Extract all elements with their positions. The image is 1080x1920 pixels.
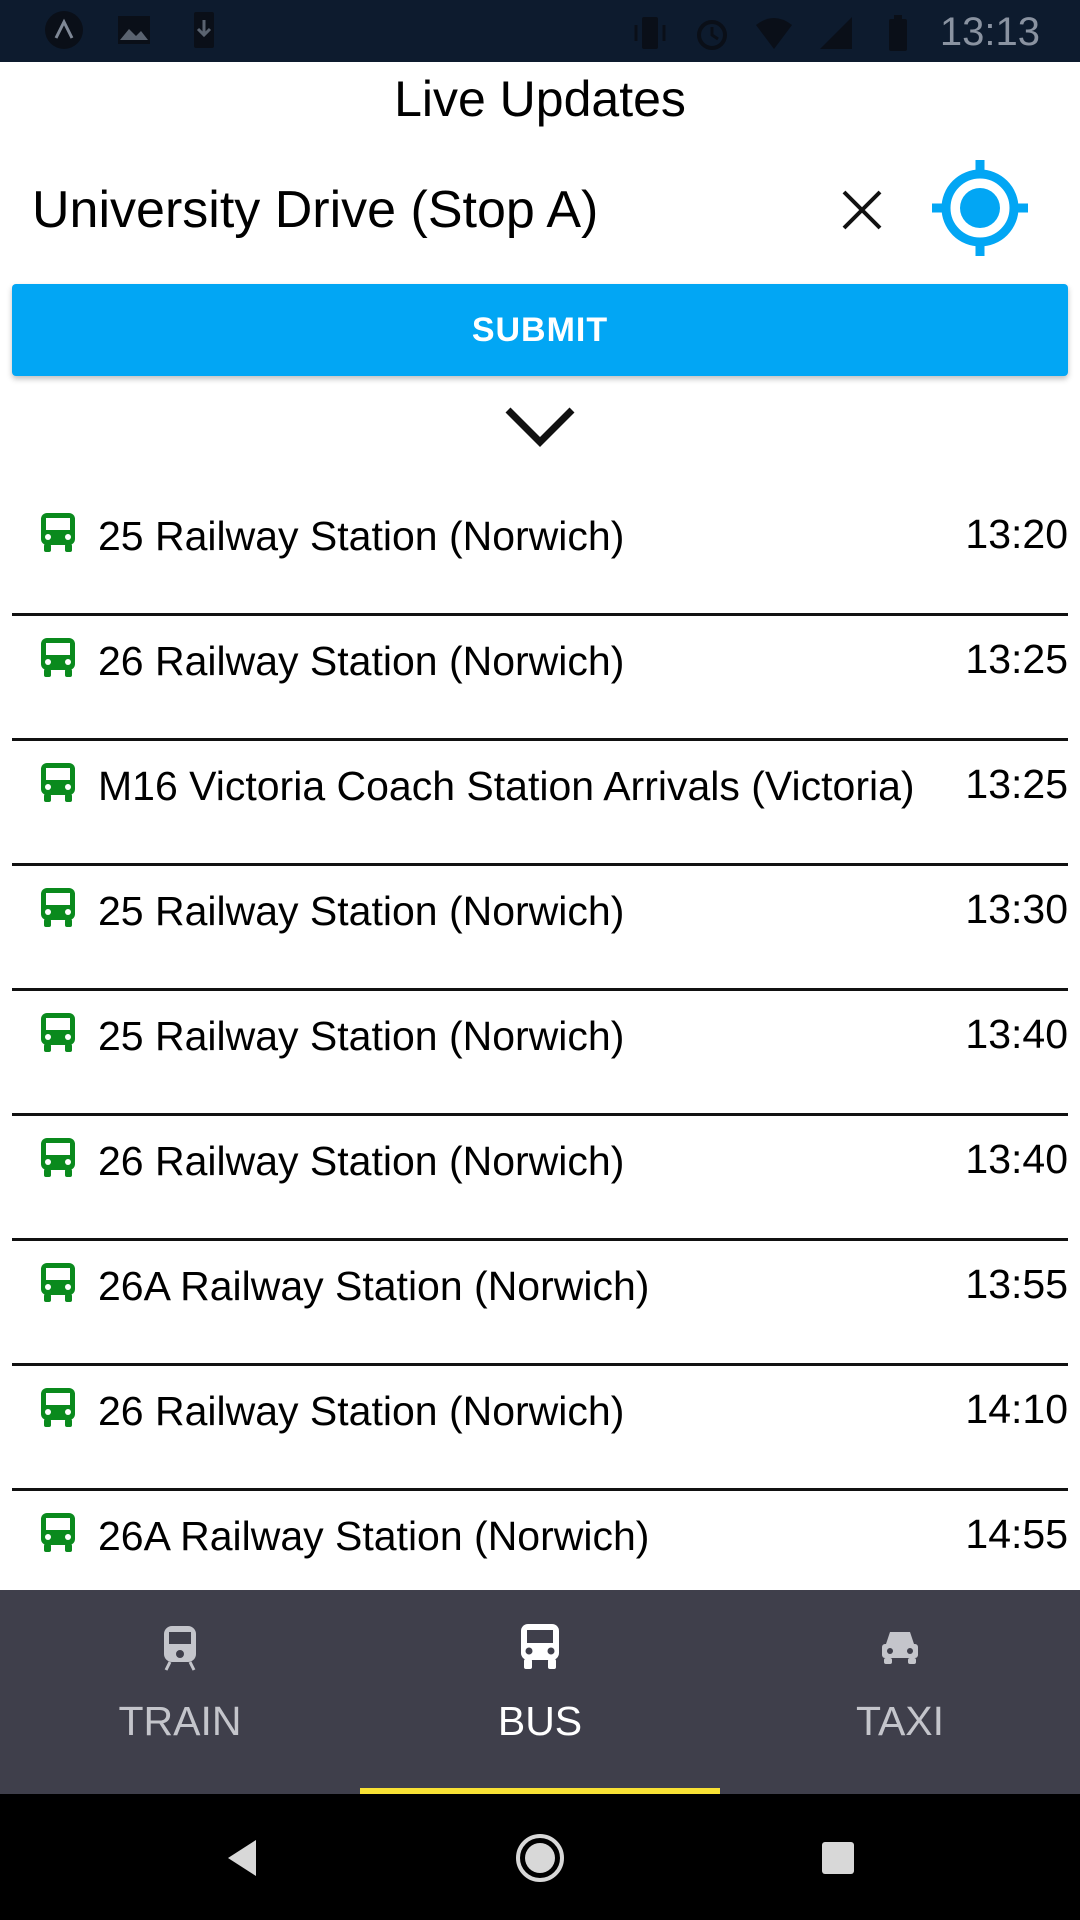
bus-icon (521, 1624, 559, 1669)
departure-time: 13:25 (965, 761, 1068, 807)
bus-icon (41, 888, 75, 927)
list-item[interactable]: M16 Victoria Coach Station Arrivals (Vic… (12, 741, 1068, 866)
stop-search-row: University Drive (Stop A) (0, 158, 1080, 258)
tab-bus-label: BUS (497, 1698, 583, 1744)
system-navigation-bar (0, 1794, 1080, 1920)
battery-icon (888, 14, 907, 51)
tab-train-label: TRAIN (118, 1698, 242, 1744)
recents-icon[interactable] (810, 1830, 866, 1886)
bus-icon (41, 763, 75, 802)
list-item[interactable]: 26 Railway Station (Norwich) 14:10 (12, 1366, 1068, 1491)
bus-icon (41, 1263, 75, 1302)
tab-train[interactable]: TRAIN (0, 1590, 360, 1794)
my-location-icon[interactable] (930, 158, 1030, 258)
status-bar: 13:13 (0, 0, 1080, 62)
list-item[interactable]: 25 Railway Station (Norwich) 13:20 (12, 491, 1068, 616)
departure-time: 14:55 (965, 1511, 1068, 1557)
departure-time: 13:30 (965, 886, 1068, 932)
departure-time: 13:40 (965, 1011, 1068, 1057)
route-label: 26A Railway Station (Norwich) (98, 1263, 650, 1309)
bus-icon (41, 1013, 75, 1052)
route-label: 25 Railway Station (Norwich) (98, 1013, 625, 1059)
submit-button[interactable]: SUBMIT (12, 284, 1068, 376)
car-icon (882, 1632, 918, 1664)
bottom-navigation: TRAIN BUS TAXI (0, 1590, 1080, 1794)
tab-taxi-label: TAXI (855, 1698, 945, 1744)
bus-icon (41, 638, 75, 677)
bus-icon (41, 1513, 75, 1552)
vibrate-icon (634, 16, 666, 49)
page-title: Live Updates (394, 71, 686, 127)
signal-icon (819, 16, 852, 49)
image-icon (118, 16, 150, 44)
departure-time: 13:20 (965, 511, 1068, 557)
departure-time: 13:40 (965, 1136, 1068, 1182)
route-label: 25 Railway Station (Norwich) (98, 888, 625, 934)
route-label: 25 Railway Station (Norwich) (98, 513, 625, 559)
home-icon[interactable] (512, 1830, 568, 1886)
list-item[interactable]: 26A Railway Station (Norwich) 13:55 (12, 1241, 1068, 1366)
list-item[interactable]: 25 Railway Station (Norwich) 13:40 (12, 991, 1068, 1116)
list-item[interactable]: 25 Railway Station (Norwich) 13:30 (12, 866, 1068, 991)
chevron-down-icon[interactable] (502, 402, 578, 452)
departures-list: 25 Railway Station (Norwich) 13:20 26 Ra… (12, 491, 1068, 1613)
list-item[interactable]: 26 Railway Station (Norwich) 13:40 (12, 1116, 1068, 1241)
close-icon[interactable] (832, 180, 892, 240)
departure-time: 13:55 (965, 1261, 1068, 1307)
departure-time: 13:25 (965, 636, 1068, 682)
bus-icon (41, 1138, 75, 1177)
route-label: 26 Railway Station (Norwich) (98, 638, 625, 684)
bus-icon (41, 513, 75, 552)
bus-icon (41, 1388, 75, 1427)
wifi-icon (755, 17, 792, 49)
download-icon (194, 12, 214, 48)
route-label: M16 Victoria Coach Station Arrivals (Vic… (98, 763, 915, 809)
app-icon (45, 11, 83, 49)
route-label: 26 Railway Station (Norwich) (98, 1388, 625, 1434)
train-icon (164, 1626, 196, 1671)
tab-bus[interactable]: BUS (360, 1590, 720, 1794)
list-item[interactable]: 26 Railway Station (Norwich) 13:25 (12, 616, 1068, 741)
alarm-icon (696, 19, 727, 50)
stop-name-input[interactable]: University Drive (Stop A) (32, 180, 598, 240)
route-label: 26 Railway Station (Norwich) (98, 1138, 625, 1184)
departure-time: 14:10 (965, 1386, 1068, 1432)
route-label: 26A Railway Station (Norwich) (98, 1513, 650, 1559)
tab-taxi[interactable]: TAXI (720, 1590, 1080, 1794)
status-time: 13:13 (939, 10, 1040, 54)
back-icon[interactable] (214, 1830, 270, 1886)
